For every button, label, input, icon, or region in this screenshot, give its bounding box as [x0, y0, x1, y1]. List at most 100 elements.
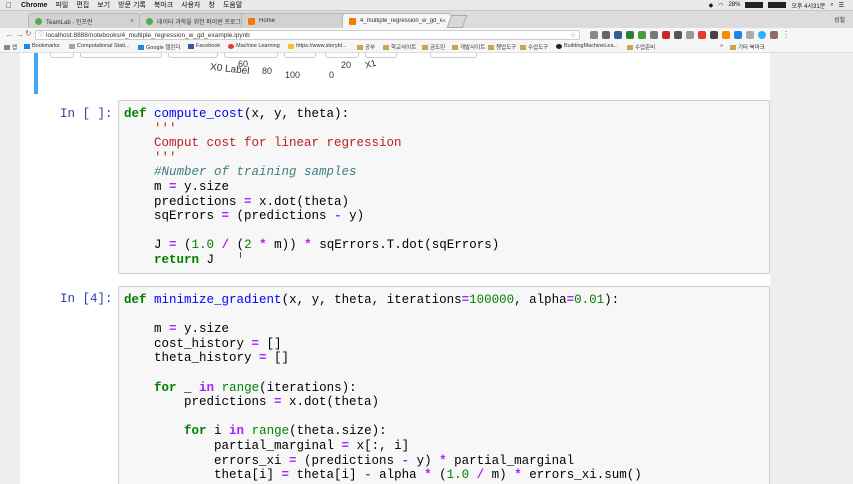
- extension-icon[interactable]: [614, 31, 622, 39]
- menu-view[interactable]: 보기: [97, 0, 110, 10]
- code-line[interactable]: def compute_cost(x, y, theta):: [124, 107, 349, 122]
- status-block-icon: [745, 2, 764, 8]
- bookmark-item[interactable]: Google 캘린더: [138, 43, 180, 51]
- extension-icon[interactable]: [710, 31, 718, 39]
- extension-icon[interactable]: [770, 31, 778, 39]
- extension-icon[interactable]: [638, 31, 646, 39]
- code-line[interactable]: ''': [124, 122, 177, 137]
- bookmark-item[interactable]: Bookmarks: [24, 43, 60, 49]
- battery-level[interactable]: 28%: [728, 2, 740, 8]
- code-token: =: [244, 194, 252, 209]
- bookmark-folder[interactable]: 공부: [357, 43, 375, 51]
- search-icon[interactable]: ⌕: [830, 2, 833, 9]
- notification-icon[interactable]: ☰: [839, 2, 844, 9]
- menu-people[interactable]: 사용자: [181, 0, 200, 10]
- extension-icon[interactable]: [650, 31, 658, 39]
- extension-icon[interactable]: [758, 31, 766, 39]
- code-line[interactable]: partial_marginal = x[:, i]: [124, 439, 409, 454]
- code-line[interactable]: Comput cost for linear regression: [124, 136, 402, 151]
- code-line[interactable]: predictions = x.dot(theta): [124, 395, 379, 410]
- code-line[interactable]: def minimize_gradient(x, y, theta, itera…: [124, 293, 619, 308]
- code-line[interactable]: predictions = x.dot(theta): [124, 195, 349, 210]
- code-line[interactable]: m = y.size: [124, 180, 229, 195]
- menu-edit[interactable]: 편집: [76, 0, 89, 10]
- code-line[interactable]: theta[i] = theta[i] - alpha * (1.0 / m) …: [124, 468, 642, 483]
- code-line[interactable]: return J: [124, 253, 214, 268]
- forward-icon[interactable]: →: [15, 29, 24, 39]
- toolbar-button[interactable]: [50, 53, 74, 58]
- toolbar-button[interactable]: [325, 53, 359, 58]
- bookmark-item[interactable]: BuildingMachineLea...: [556, 43, 618, 49]
- tab-notebook[interactable]: 4_multiple_regression_w_gd_example ×: [342, 13, 452, 28]
- close-tab-icon[interactable]: ×: [442, 18, 446, 25]
- bookmark-folder[interactable]: 수업도구: [520, 43, 548, 51]
- dropbox-icon[interactable]: ◆: [709, 2, 714, 9]
- menu-dots-icon[interactable]: ⋮: [782, 31, 790, 39]
- plot-axis-label: X1: [363, 57, 378, 71]
- menu-history[interactable]: 방문 기록: [118, 0, 146, 10]
- extension-icon[interactable]: [602, 31, 610, 39]
- code-line[interactable]: m = y.size: [124, 322, 229, 337]
- bookmark-item[interactable]: Computational Stati...: [69, 43, 130, 49]
- toolbar-button[interactable]: [80, 53, 162, 58]
- extension-icon[interactable]: [626, 31, 634, 39]
- toolbar-button[interactable]: [168, 53, 218, 58]
- bookmark-folder[interactable]: 개발사이트: [452, 43, 485, 51]
- extension-icon[interactable]: [674, 31, 682, 39]
- back-icon[interactable]: ←: [5, 29, 14, 39]
- menu-app-name[interactable]: Chrome: [21, 2, 47, 9]
- toolbar-button[interactable]: [365, 53, 397, 58]
- bookmark-item[interactable]: Machine Learning: [228, 43, 280, 49]
- menu-window[interactable]: 창: [209, 0, 215, 10]
- code-line[interactable]: for i in range(theta.size):: [124, 424, 387, 439]
- code-line[interactable]: theta_history = []: [124, 351, 289, 366]
- code-cell[interactable]: def minimize_gradient(x, y, theta, itera…: [118, 286, 770, 484]
- tab-python-course[interactable]: 데이터 과학을 위한 파이썬 프로그래밍 ×: [139, 13, 251, 28]
- bookmark-star-icon[interactable]: ☆: [570, 31, 576, 41]
- bookmark-item[interactable]: Facebook: [188, 43, 220, 49]
- profile-name[interactable]: 성철: [834, 15, 845, 24]
- apple-icon[interactable]: : [6, 1, 12, 10]
- toolbar-button[interactable]: [224, 53, 278, 58]
- reload-icon[interactable]: ↻: [25, 29, 32, 38]
- extension-icon[interactable]: [734, 31, 742, 39]
- bookmark-folder[interactable]: 금도린: [422, 43, 445, 51]
- new-tab-button[interactable]: [446, 15, 468, 28]
- code-line[interactable]: cost_history = []: [124, 337, 282, 352]
- wifi-icon[interactable]: ◠: [718, 2, 723, 9]
- tab-teamlab[interactable]: TeamLab - 인프런 ×: [28, 13, 140, 28]
- close-tab-icon[interactable]: ×: [130, 18, 134, 25]
- bookmark-label: BuildingMachineLea...: [564, 43, 619, 49]
- plot-tick: 100: [285, 70, 301, 80]
- extension-icon[interactable]: [686, 31, 694, 39]
- toolbar-button[interactable]: [284, 53, 316, 58]
- code-cell[interactable]: def compute_cost(x, y, theta): ''' Compu…: [118, 100, 770, 274]
- code-line[interactable]: for _ in range(iterations):: [124, 381, 357, 396]
- code-line[interactable]: #Number of training samples: [124, 165, 357, 180]
- bookmark-item[interactable]: https://www.storybl...: [288, 43, 346, 49]
- tab-home[interactable]: Home ×: [241, 13, 351, 28]
- info-icon[interactable]: ⓘ: [38, 31, 44, 41]
- bookmark-folder[interactable]: 챙업도구: [488, 43, 516, 51]
- extension-icon[interactable]: [698, 31, 706, 39]
- menu-help[interactable]: 도움말: [223, 0, 242, 10]
- code-line[interactable]: sqErrors = (predictions - y): [124, 209, 364, 224]
- code-token: m: [124, 322, 170, 337]
- code-line[interactable]: J = (1.0 / (2 * m)) * sqErrors.T.dot(sqE…: [124, 238, 499, 253]
- bookmark-folder[interactable]: 학교사이트: [383, 43, 416, 51]
- extension-icon[interactable]: [746, 31, 754, 39]
- address-bar[interactable]: ⓘ localhost:8888/notebooks/4_multiple_re…: [35, 30, 580, 40]
- toolbar-button[interactable]: [430, 53, 477, 58]
- code-line[interactable]: errors_xi = (predictions - y) * partial_…: [124, 454, 574, 469]
- code-line[interactable]: ''': [124, 151, 177, 166]
- other-bookmarks[interactable]: 기타 북마크: [730, 43, 765, 51]
- extension-icon[interactable]: [590, 31, 598, 39]
- menu-clock[interactable]: 오후 4시31분: [791, 1, 825, 10]
- menu-bookmarks[interactable]: 북마크: [154, 0, 173, 10]
- bookmark-apps[interactable]: 앱: [4, 43, 17, 51]
- menu-file[interactable]: 파일: [55, 0, 68, 10]
- more-bookmarks-icon[interactable]: »: [720, 43, 723, 49]
- extension-icon[interactable]: [722, 31, 730, 39]
- bookmark-folder[interactable]: 수업준비: [627, 43, 655, 51]
- extension-icon[interactable]: [662, 31, 670, 39]
